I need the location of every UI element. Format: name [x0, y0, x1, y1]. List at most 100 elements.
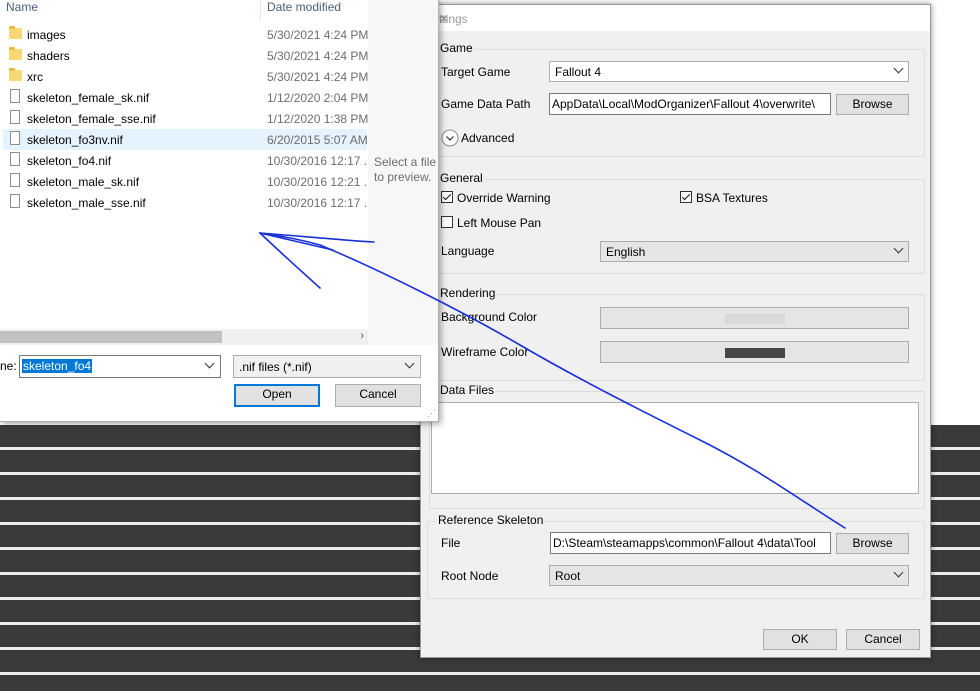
settings-title-bar: ttings ✕ — [421, 5, 930, 31]
file-icon — [10, 152, 20, 166]
ok-button[interactable]: OK — [763, 629, 837, 650]
file-name: skeleton_female_sse.nif — [27, 112, 156, 126]
chevron-circle-icon — [441, 129, 459, 147]
general-group-label: General — [438, 171, 485, 185]
file-date: 5/30/2021 4:24 PM — [267, 28, 369, 42]
root-node-dropdown[interactable]: Root — [549, 565, 909, 586]
background-color-swatch — [725, 314, 785, 324]
scrollbar-thumb[interactable] — [0, 331, 222, 343]
game-data-path-input[interactable]: AppData\Local\ModOrganizer\Fallout 4\ove… — [549, 93, 831, 115]
file-name: xrc — [27, 70, 43, 84]
background-color-button[interactable] — [600, 307, 909, 329]
file-type-dropdown[interactable]: .nif files (*.nif) — [233, 355, 421, 378]
preview-text: Select a file to preview. — [374, 155, 437, 184]
skeleton-browse-button[interactable]: Browse — [836, 533, 909, 554]
filename-input[interactable]: skeleton_fo4 — [19, 355, 221, 378]
chevron-down-icon — [404, 358, 415, 369]
wireframe-color-button[interactable] — [600, 341, 909, 363]
file-icon — [10, 89, 20, 103]
file-row[interactable]: skeleton_female_sk.nif 1/12/2020 2:04 PM — [3, 87, 369, 108]
data-files-list[interactable] — [431, 402, 919, 494]
file-name: skeleton_fo4.nif — [27, 154, 112, 168]
column-header-name[interactable]: Name — [6, 0, 38, 14]
folder-icon — [9, 26, 22, 39]
file-row[interactable]: skeleton_female_sse.nif 1/12/2020 1:38 PM — [3, 108, 369, 129]
chevron-down-icon — [893, 567, 904, 578]
file-icon — [10, 110, 20, 124]
filename-value: skeleton_fo4 — [22, 359, 93, 373]
filename-label: ne: — [0, 359, 17, 373]
skeleton-file-value: D:\Steam\steamapps\common\Fallout 4\data… — [553, 536, 816, 550]
file-date: 10/30/2016 12:21 ... — [267, 175, 374, 189]
chevron-down-icon — [893, 243, 904, 254]
file-row[interactable]: images 5/30/2021 4:24 PM — [3, 24, 369, 45]
file-icon — [10, 173, 20, 187]
scroll-right-icon[interactable]: › — [360, 330, 364, 342]
file-name: skeleton_fo3nv.nif — [27, 133, 123, 147]
file-date: 10/30/2016 12:17 ... — [267, 154, 374, 168]
file-type-value: .nif files (*.nif) — [239, 360, 312, 374]
file-name: skeleton_male_sse.nif — [27, 196, 146, 210]
file-name: images — [27, 28, 66, 42]
file-row[interactable]: skeleton_fo3nv.nif 6/20/2015 5:07 AM — [3, 129, 368, 150]
file-row[interactable]: skeleton_fo4.nif 10/30/2016 12:17 ... — [3, 150, 374, 171]
reference-skeleton-group-label: Reference Skeleton — [436, 513, 546, 527]
bsa-textures-checkbox[interactable] — [680, 191, 692, 203]
left-mouse-pan-label: Left Mouse Pan — [457, 216, 542, 230]
chevron-down-icon[interactable] — [204, 358, 215, 369]
horizontal-scrollbar[interactable]: › — [0, 329, 368, 345]
file-date: 10/30/2016 12:17 ... — [267, 196, 374, 210]
file-date: 5/30/2021 4:24 PM — [267, 70, 369, 84]
cancel-button[interactable]: Cancel — [846, 629, 920, 650]
folder-icon — [9, 68, 22, 81]
file-date: 5/30/2021 4:24 PM — [267, 49, 369, 63]
advanced-toggle[interactable] — [441, 129, 459, 147]
language-label: Language — [441, 244, 495, 258]
column-header-date[interactable]: Date modified — [267, 0, 341, 14]
file-name: skeleton_female_sk.nif — [27, 91, 150, 105]
wireframe-color-label: Wireframe Color — [441, 345, 529, 359]
resize-grip-icon[interactable]: ⋰ — [427, 408, 436, 419]
advanced-label[interactable]: Advanced — [461, 131, 514, 145]
skeleton-file-input[interactable]: D:\Steam\steamapps\common\Fallout 4\data… — [550, 532, 831, 554]
background-color-label: Background Color — [441, 310, 538, 324]
file-row[interactable]: shaders 5/30/2021 4:24 PM — [3, 45, 369, 66]
settings-dialog: ttings ✕ Game Target Game Fallout 4 Game… — [420, 4, 931, 658]
language-value: English — [606, 245, 646, 259]
game-data-browse-button[interactable]: Browse — [836, 94, 909, 115]
file-icon — [10, 194, 20, 208]
game-data-path-label: Game Data Path — [441, 97, 531, 111]
target-game-label: Target Game — [441, 65, 511, 79]
game-data-path-value: AppData\Local\ModOrganizer\Fallout 4\ove… — [552, 97, 815, 111]
close-icon[interactable]: ✕ — [439, 12, 922, 26]
file-row[interactable]: xrc 5/30/2021 4:24 PM — [3, 66, 369, 87]
override-warning-label: Override Warning — [457, 191, 551, 205]
rendering-group-label: Rendering — [438, 286, 498, 300]
target-game-value: Fallout 4 — [555, 65, 602, 79]
bsa-textures-label: BSA Textures — [696, 191, 768, 205]
file-name: skeleton_male_sk.nif — [27, 175, 140, 189]
language-dropdown[interactable]: English — [600, 241, 909, 262]
preview-pane: Select a file to preview. — [368, 0, 438, 345]
file-date: 1/12/2020 2:04 PM — [267, 91, 369, 105]
file-label: File — [441, 536, 461, 550]
file-name: shaders — [27, 49, 70, 63]
wireframe-color-swatch — [725, 348, 785, 358]
chevron-down-icon — [893, 63, 904, 74]
file-row[interactable]: skeleton_male_sse.nif 10/30/2016 12:17 ..… — [3, 192, 374, 213]
file-open-dialog: Name Date modified images 5/30/2021 4:24 … — [0, 0, 439, 422]
root-node-label: Root Node — [441, 569, 499, 583]
file-cancel-button[interactable]: Cancel — [335, 384, 421, 407]
open-button[interactable]: Open — [234, 384, 320, 407]
data-files-group-label: Data Files — [438, 383, 497, 397]
file-icon — [10, 131, 20, 145]
root-node-value: Root — [555, 569, 581, 583]
game-group-label: Game — [438, 41, 475, 55]
column-divider[interactable] — [260, 0, 261, 20]
file-date: 1/12/2020 1:38 PM — [267, 112, 369, 126]
override-warning-checkbox[interactable] — [441, 191, 453, 203]
folder-icon — [9, 47, 22, 60]
target-game-dropdown[interactable]: Fallout 4 — [549, 61, 909, 82]
file-row[interactable]: skeleton_male_sk.nif 10/30/2016 12:21 ... — [3, 171, 374, 192]
left-mouse-pan-checkbox[interactable] — [441, 216, 453, 228]
